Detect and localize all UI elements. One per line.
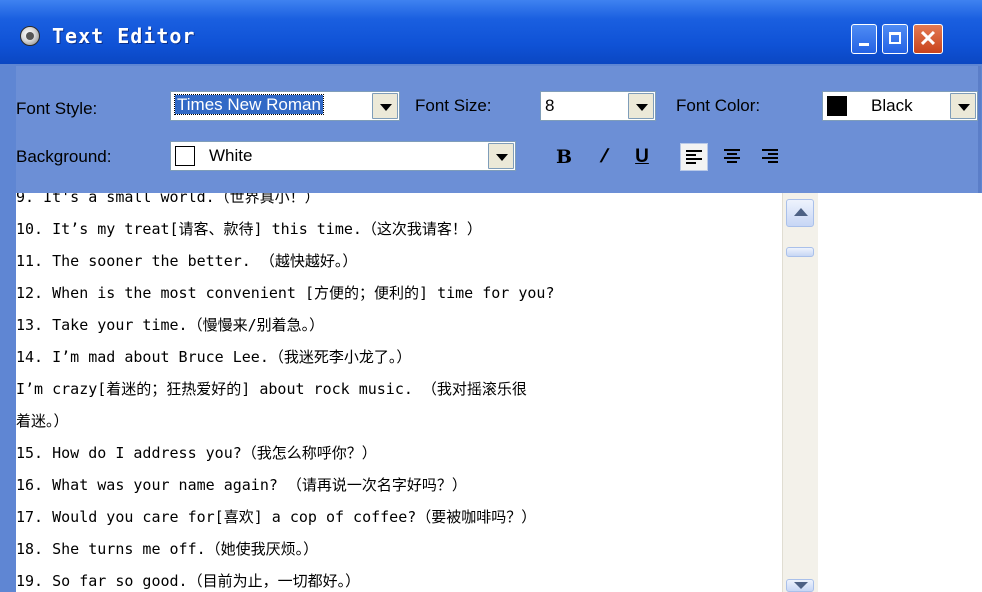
- font-size-label: Font Size:: [415, 96, 492, 115]
- underline-button[interactable]: U: [628, 143, 656, 171]
- editor-line: 14. I’m mad about Bruce Lee.（我迷死李小龙了。）: [16, 348, 412, 366]
- close-icon: ✕: [918, 26, 938, 51]
- font-color-swatch: [827, 96, 847, 116]
- side-panel: [818, 193, 982, 592]
- font-size-value: 8: [545, 96, 555, 115]
- window-title: Text Editor: [52, 24, 196, 48]
- editor-line: 17. Would you care for[喜欢] a cop of coff…: [16, 508, 537, 526]
- scrollbar-thumb[interactable]: [786, 247, 814, 257]
- font-color-value: Black: [871, 96, 913, 115]
- bold-button[interactable]: B: [550, 143, 578, 171]
- scroll-up-button[interactable]: [786, 199, 814, 227]
- align-center-button[interactable]: [718, 143, 746, 171]
- editor-line: 10. It’s my treat[请客、款待] this time.（这次我请…: [16, 220, 482, 238]
- font-size-select[interactable]: 8: [540, 91, 656, 121]
- background-select[interactable]: White: [170, 141, 516, 171]
- window-left-border: [0, 64, 16, 592]
- chevron-up-icon: [794, 208, 808, 216]
- editor-line: 11. The sooner the better. （越快越好。）: [16, 252, 358, 270]
- chevron-down-icon[interactable]: [372, 93, 398, 119]
- maximize-button[interactable]: [882, 24, 908, 54]
- chevron-down-icon[interactable]: [628, 93, 654, 119]
- font-style-value: Times New Roman: [174, 94, 324, 115]
- chevron-down-icon[interactable]: [950, 93, 976, 119]
- align-left-icon: [686, 150, 702, 164]
- editor-line: 12. When is the most convenient [方便的；便利的…: [16, 284, 555, 302]
- format-toolbar: Font Style: Times New Roman Font Size: 8…: [16, 66, 981, 193]
- font-style-label: Font Style:: [16, 99, 98, 118]
- font-style-select[interactable]: Times New Roman: [170, 91, 400, 121]
- editor-line: I’m crazy[着迷的；狂热爱好的] about rock music. （…: [16, 380, 527, 398]
- chevron-down-icon: [794, 582, 808, 589]
- text-editor-window: Text Editor ✕ Font Style: Times New Roma…: [0, 0, 982, 592]
- editor-line: 16. What was your name again? （请再说一次名字好吗…: [16, 476, 467, 494]
- background-swatch: [175, 146, 195, 166]
- editor-line: 15. How do I address you?（我怎么称呼你？）: [16, 444, 377, 462]
- chevron-down-icon[interactable]: [488, 143, 514, 169]
- font-color-label: Font Color:: [676, 96, 761, 115]
- minimize-icon: [859, 43, 869, 46]
- align-right-icon: [762, 149, 778, 163]
- editor-line: 着迷。）: [16, 412, 69, 430]
- align-left-button[interactable]: [680, 143, 708, 171]
- background-label: Background:: [16, 147, 112, 166]
- editor-line: 13. Take your time.（慢慢来/别着急。）: [16, 316, 325, 334]
- align-center-icon: [724, 149, 740, 163]
- editor-text-area[interactable]: 9. It's a small world.（世界真小！） 10. It’s m…: [16, 193, 782, 592]
- scroll-down-button[interactable]: [786, 579, 814, 592]
- maximize-icon: [889, 32, 901, 44]
- align-right-button[interactable]: [756, 143, 784, 171]
- close-button[interactable]: ✕: [913, 24, 943, 54]
- vertical-scrollbar[interactable]: [782, 193, 818, 592]
- editor-line: 9. It's a small world.（世界真小！）: [16, 193, 320, 206]
- font-color-select[interactable]: Black: [822, 91, 978, 121]
- minimize-button[interactable]: [851, 24, 877, 54]
- editor-line: 19. So far so good.（目前为止，一切都好。）: [16, 572, 361, 590]
- background-value: White: [209, 146, 253, 165]
- editor-line: 18. She turns me off.（她使我厌烦。）: [16, 540, 319, 558]
- title-bar[interactable]: Text Editor ✕: [0, 0, 982, 64]
- app-icon[interactable]: [20, 26, 40, 46]
